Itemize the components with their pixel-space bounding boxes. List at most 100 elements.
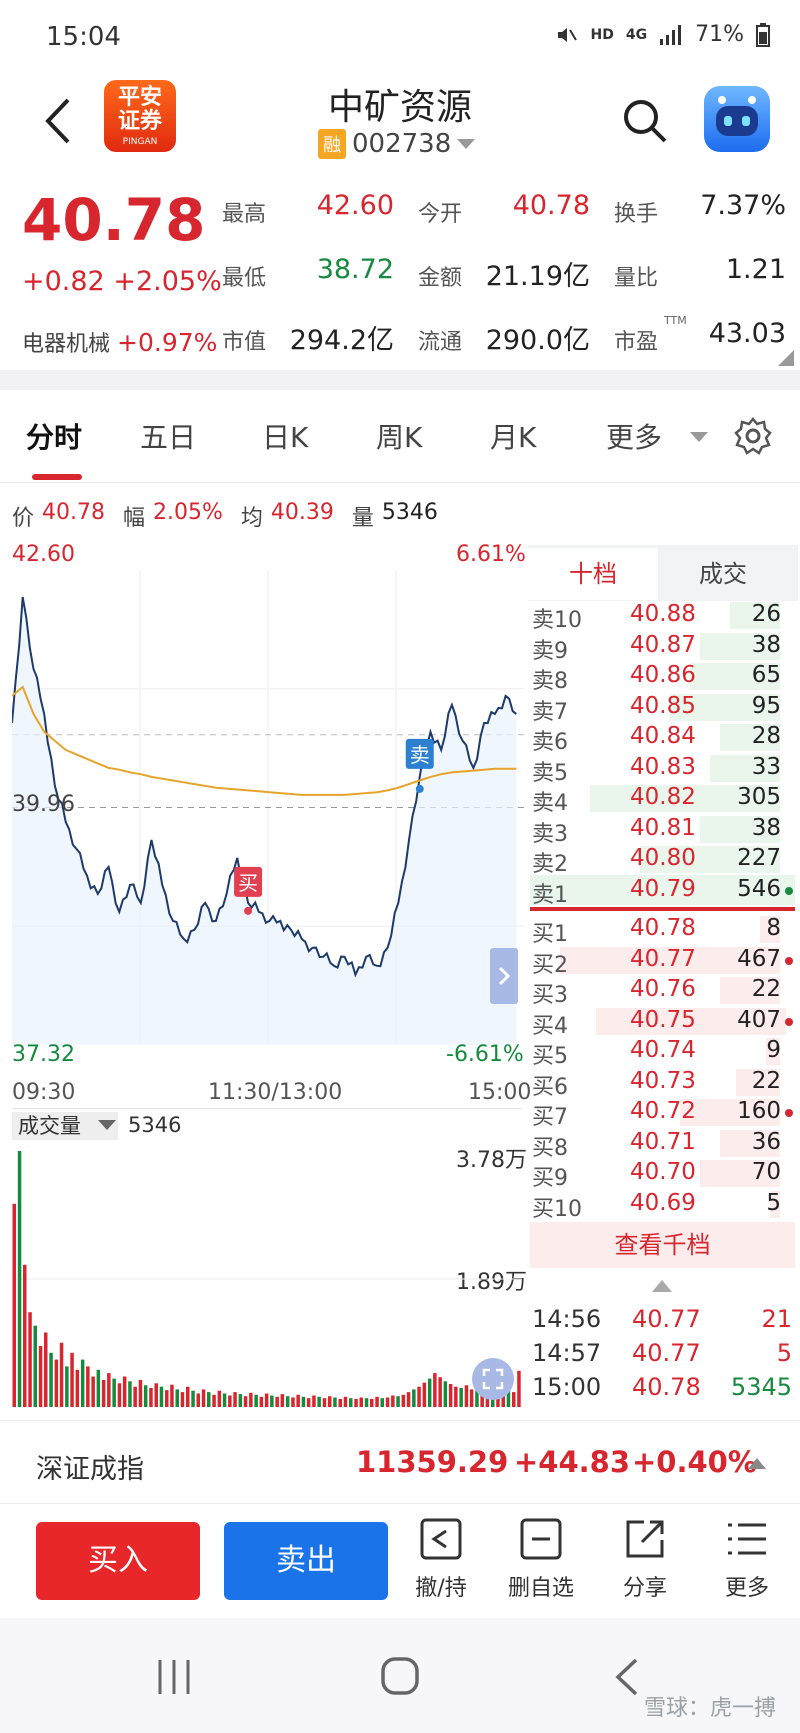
bid-row[interactable]: 买10 40.69 5 — [530, 1189, 795, 1222]
ask-row[interactable]: 卖8 40.86 65 — [530, 661, 795, 694]
volume-ratio-value: 1.21 — [725, 254, 786, 285]
level-label: 卖4 — [532, 791, 568, 816]
ask-row[interactable]: 卖6 40.84 28 — [530, 722, 795, 755]
level-price: 40.71 — [630, 1128, 696, 1155]
tab-more[interactable]: 更多 — [606, 416, 662, 456]
volume-bar — [301, 1396, 306, 1407]
buy-button[interactable]: 买入 — [36, 1522, 200, 1600]
tick-price: 40.77 — [632, 1339, 701, 1367]
sell-button[interactable]: 卖出 — [224, 1522, 388, 1600]
index-name: 深证成指 — [36, 1454, 144, 1485]
volume-bar — [207, 1392, 211, 1407]
tick-volume: 5 — [776, 1339, 792, 1367]
share-button[interactable]: 分享 — [600, 1516, 690, 1602]
level-label: 卖7 — [532, 699, 568, 725]
bid-row[interactable]: 买8 40.71 36 — [530, 1128, 795, 1161]
level-volume: 22 — [751, 976, 781, 1002]
marketcap-value: 294.2亿 — [289, 325, 394, 356]
level-label: 买5 — [532, 1044, 568, 1069]
level-price: 40.82 — [630, 784, 696, 810]
bid-row[interactable]: 买9 40.70 70 — [530, 1158, 795, 1191]
bid-row[interactable]: 买7 40.72 160 — [530, 1097, 795, 1130]
withdraw-button[interactable]: 撤/持 — [396, 1516, 486, 1602]
search-icon[interactable] — [620, 96, 670, 146]
remove-watchlist-button[interactable]: 删自选 — [496, 1516, 586, 1602]
tab-monthly-k[interactable]: 月K — [490, 416, 536, 456]
index-change: +44.83 — [514, 1445, 631, 1479]
volume-bar — [285, 1396, 290, 1407]
x-label-open: 09:30 — [12, 1080, 76, 1105]
caret-up-icon[interactable] — [748, 1457, 766, 1469]
volume-bar — [364, 1398, 369, 1407]
volume-bar — [138, 1379, 143, 1407]
open-value: 40.78 — [512, 190, 590, 221]
expand-orderbook-button[interactable] — [490, 948, 518, 1004]
volume-bar — [38, 1346, 43, 1407]
x-label-midday: 11:30/13:00 — [208, 1080, 343, 1105]
volume-bar — [107, 1373, 111, 1407]
stock-code-selector[interactable]: 融 002738 — [318, 128, 476, 160]
pct-bottom-label: -6.61% — [446, 1042, 524, 1067]
chart-info-row: 价 40.78 幅 2.05% 均 40.39 量 5346 — [12, 500, 438, 531]
volume-bar — [427, 1378, 432, 1407]
home-icon[interactable] — [380, 1656, 420, 1696]
volume-selector[interactable]: 成交量 — [12, 1112, 118, 1140]
volume-bar — [396, 1396, 400, 1407]
tab-daily-k[interactable]: 日K — [262, 416, 308, 456]
caret-up-icon[interactable] — [652, 1278, 672, 1292]
ask-row[interactable]: 卖9 40.87 38 — [530, 631, 795, 664]
y-bottom-label: 37.32 — [12, 1042, 75, 1067]
ask-row[interactable]: 卖10 40.88 26 — [530, 600, 795, 633]
tab-ten-levels[interactable]: 十档 — [528, 548, 658, 600]
ask-row[interactable]: 卖5 40.83 33 — [530, 753, 795, 786]
tab-trades[interactable]: 成交 — [658, 548, 788, 600]
bid-row[interactable]: 买4 40.75 407 — [530, 1006, 795, 1039]
level-price: 40.73 — [630, 1067, 696, 1094]
ask-row[interactable]: 卖7 40.85 95 — [530, 692, 795, 725]
tab-intraday[interactable]: 分时 — [26, 416, 82, 456]
y-mid-label: 39.96 — [12, 792, 75, 817]
battery-text: 71% — [695, 22, 744, 47]
volume-bar — [380, 1398, 384, 1407]
index-pct: +0.40% — [632, 1445, 757, 1479]
bid-row[interactable]: 买3 40.76 22 — [530, 975, 795, 1008]
index-bar[interactable]: 深证成指 11359.29 +44.83 +0.40% — [0, 1420, 800, 1504]
ask-row[interactable]: 卖4 40.82 305 — [530, 783, 795, 816]
gear-icon[interactable] — [733, 416, 773, 456]
level-volume: 38 — [751, 814, 781, 841]
tab-weekly-k[interactable]: 周K — [376, 416, 422, 456]
volume-bar — [359, 1397, 363, 1407]
ask-row[interactable]: 卖1 40.79 546 — [530, 874, 795, 908]
volume-bar — [191, 1390, 195, 1407]
robot-icon[interactable] — [704, 86, 770, 152]
level-volume: 546 — [737, 875, 781, 902]
ask-row[interactable]: 卖2 40.80 227 — [530, 844, 795, 877]
price-change: +0.82 +2.05% — [22, 266, 222, 297]
fullscreen-icon — [482, 1368, 504, 1390]
recent-apps-icon[interactable] — [156, 1658, 192, 1696]
volume-bar — [128, 1381, 132, 1407]
level-price: 40.70 — [630, 1159, 696, 1185]
sector-change[interactable]: 电器机械 +0.97% — [22, 326, 217, 358]
intraday-chart[interactable]: 买卖 — [12, 540, 524, 1075]
bid-row[interactable]: 买6 40.73 22 — [530, 1067, 795, 1100]
fullscreen-button[interactable] — [472, 1358, 514, 1400]
bid-row[interactable]: 买2 40.77 467 — [530, 945, 795, 978]
volume-bar — [349, 1398, 353, 1407]
tab-five-day[interactable]: 五日 — [140, 416, 196, 456]
bid-row[interactable]: 买5 40.74 9 — [530, 1036, 795, 1069]
volume-bar — [338, 1398, 342, 1407]
bid-row[interactable]: 买1 40.78 8 — [530, 914, 795, 947]
view-thousand-levels-button[interactable]: 查看千档 — [530, 1222, 795, 1268]
back-nav-icon[interactable] — [612, 1658, 642, 1696]
volume-bar — [143, 1385, 148, 1407]
more-button[interactable]: 更多 — [702, 1516, 792, 1602]
expand-corner-icon[interactable] — [778, 350, 794, 366]
volume-bar — [238, 1394, 243, 1407]
volume-bar — [306, 1398, 311, 1407]
level-price: 40.86 — [630, 662, 696, 688]
level-volume: 28 — [751, 723, 781, 749]
level-label: 卖2 — [532, 852, 568, 877]
ask-row[interactable]: 卖3 40.81 38 — [530, 814, 795, 847]
level-volume: 160 — [737, 1098, 781, 1124]
